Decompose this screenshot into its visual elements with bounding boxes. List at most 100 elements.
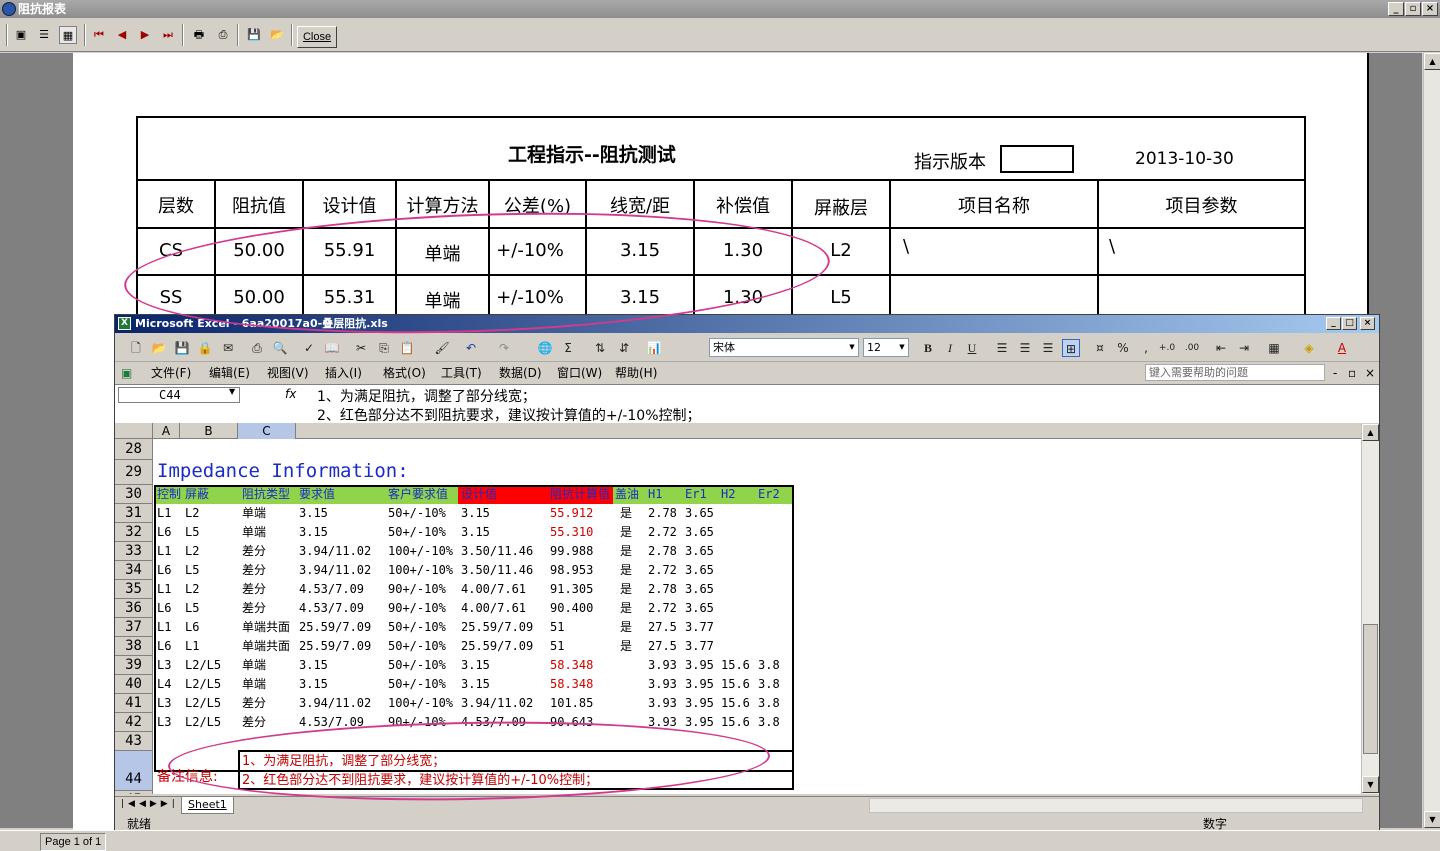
table-cell[interactable]: 51 <box>550 618 564 637</box>
table-cell[interactable]: 3.77 <box>685 618 714 637</box>
table-cell[interactable]: 3.15 <box>299 523 328 542</box>
table-cell[interactable]: 差分 <box>242 561 266 580</box>
row-header[interactable]: 36 <box>115 599 153 618</box>
table-cell[interactable]: 2.78 <box>648 580 677 599</box>
table-cell[interactable]: 50+/-10% <box>388 523 446 542</box>
row-header[interactable]: 39 <box>115 656 153 675</box>
copy-icon[interactable]: ⎘ <box>375 339 393 357</box>
last-page-icon[interactable]: ⏭ <box>159 26 177 44</box>
print-preview-icon[interactable]: 🔍 <box>271 339 289 357</box>
decrease-indent-icon[interactable]: ⇤ <box>1212 339 1230 357</box>
table-cell[interactable]: 55.310 <box>550 523 593 542</box>
table-cell[interactable]: 2.72 <box>648 599 677 618</box>
increase-decimal-icon[interactable]: +.0 <box>1158 339 1176 357</box>
print-icon[interactable]: ⎙ <box>248 339 266 357</box>
table-cell[interactable]: L5 <box>185 561 199 580</box>
row-header[interactable]: 43 <box>115 732 153 751</box>
table-cell[interactable]: L3 <box>157 656 171 675</box>
save-icon[interactable]: 💾 <box>173 339 191 357</box>
align-left-icon[interactable]: ☰ <box>993 339 1011 357</box>
th-customer[interactable]: 客户要求值 <box>388 485 448 504</box>
chart-wizard-icon[interactable]: 📊 <box>645 339 663 357</box>
sort-ascending-icon[interactable]: ⇅ <box>591 339 609 357</box>
th-er1[interactable]: Er1 <box>685 485 707 504</box>
table-cell[interactable]: L3 <box>157 713 171 732</box>
table-cell[interactable]: 3.65 <box>685 561 714 580</box>
formula-line-2[interactable]: 2、红色部分达不到阻抗要求，建议按计算值的+/-10%控制； <box>317 405 701 425</box>
insert-function-icon[interactable]: fx <box>285 387 296 401</box>
underline-icon[interactable]: U <box>963 339 981 357</box>
table-cell[interactable]: 3.93 <box>648 675 677 694</box>
excel-vertical-scrollbar[interactable]: ▲ ▼ <box>1361 424 1379 794</box>
next-page-icon[interactable]: ▶ <box>136 26 154 44</box>
table-cell[interactable]: 3.15 <box>299 656 328 675</box>
table-cell[interactable]: 3.94/11.02 <box>299 561 371 580</box>
menu-help[interactable]: 帮助(H) <box>615 365 657 381</box>
table-cell[interactable]: 15.6 <box>721 713 750 732</box>
excel-scroll-up-icon[interactable]: ▲ <box>1362 424 1379 441</box>
table-cell[interactable]: L2/L5 <box>185 675 221 694</box>
table-cell[interactable]: 3.15 <box>461 504 490 523</box>
menu-tools[interactable]: 工具(T) <box>441 365 482 381</box>
table-cell[interactable]: 是 <box>620 599 632 618</box>
table-cell[interactable]: 90.400 <box>550 599 593 618</box>
table-cell[interactable]: 90+/-10% <box>388 580 446 599</box>
cut-icon[interactable]: ✂ <box>352 339 370 357</box>
table-cell[interactable]: 50+/-10% <box>388 618 446 637</box>
vertical-scrollbar[interactable]: ▲ ▼ <box>1423 53 1440 828</box>
menu-data[interactable]: 数据(D) <box>499 365 542 381</box>
table-cell[interactable]: L2 <box>185 542 199 561</box>
research-icon[interactable]: 📖 <box>323 339 341 357</box>
font-size-select[interactable]: 12 ▼ <box>863 338 909 357</box>
format-painter-icon[interactable]: 🖌 <box>433 339 451 357</box>
table-cell[interactable]: 3.15 <box>461 656 490 675</box>
table-cell[interactable]: 100+/-10% <box>388 561 453 580</box>
horizontal-scrollbar[interactable] <box>869 798 1363 813</box>
row-header[interactable]: 30 <box>115 485 153 504</box>
table-cell[interactable]: L5 <box>185 523 199 542</box>
whole-page-icon[interactable]: ▦ <box>59 26 77 44</box>
table-cell[interactable]: 50+/-10% <box>388 637 446 656</box>
page-width-icon[interactable]: ☰ <box>35 26 53 44</box>
table-cell[interactable]: 3.93 <box>648 694 677 713</box>
table-cell[interactable]: 25.59/7.09 <box>461 637 533 656</box>
row-header[interactable]: 28 <box>115 439 153 460</box>
table-cell[interactable]: 3.8 <box>758 675 780 694</box>
table-cell[interactable]: 3.95 <box>685 675 714 694</box>
menu-file[interactable]: 文件(F) <box>151 365 191 381</box>
print-setup-icon[interactable]: 🖶 <box>190 26 208 44</box>
email-icon[interactable]: ✉ <box>219 339 237 357</box>
table-cell[interactable]: 是 <box>620 542 632 561</box>
row-header[interactable]: 45 <box>115 791 153 794</box>
table-cell[interactable]: L2/L5 <box>185 713 221 732</box>
spelling-icon[interactable]: ✓ <box>300 339 318 357</box>
table-cell[interactable]: 3.50/11.46 <box>461 561 533 580</box>
table-cell[interactable]: 单端 <box>242 656 266 675</box>
row-header[interactable]: 40 <box>115 675 153 694</box>
table-cell[interactable]: 是 <box>620 561 632 580</box>
table-cell[interactable]: 4.00/7.61 <box>461 580 526 599</box>
table-cell[interactable]: 100+/-10% <box>388 542 453 561</box>
new-icon[interactable]: 🗋 <box>127 339 145 357</box>
increase-indent-icon[interactable]: ⇥ <box>1235 339 1253 357</box>
row-header[interactable]: 44 <box>115 751 153 791</box>
menu-format[interactable]: 格式(O) <box>383 365 426 381</box>
restore-button[interactable]: ▫ <box>1405 2 1421 16</box>
table-cell[interactable]: 2.72 <box>648 523 677 542</box>
table-cell[interactable]: 25.59/7.09 <box>461 618 533 637</box>
table-cell[interactable]: 3.95 <box>685 656 714 675</box>
table-cell[interactable]: 3.50/11.46 <box>461 542 533 561</box>
scroll-up-icon[interactable]: ▲ <box>1424 53 1440 70</box>
excel-scroll-thumb[interactable] <box>1363 624 1378 754</box>
sheet-tab-sheet1[interactable]: Sheet1 <box>181 797 234 814</box>
excel-scroll-down-icon[interactable]: ▼ <box>1362 776 1379 793</box>
table-cell[interactable]: 3.8 <box>758 713 780 732</box>
align-center-icon[interactable]: ☰ <box>1016 339 1034 357</box>
table-cell[interactable]: L1 <box>157 504 171 523</box>
menu-view[interactable]: 视图(V) <box>267 365 309 381</box>
table-cell[interactable]: 是 <box>620 618 632 637</box>
decrease-decimal-icon[interactable]: .00 <box>1183 339 1201 357</box>
open-icon[interactable]: 📂 <box>150 339 168 357</box>
save-icon[interactable]: 💾 <box>245 26 263 44</box>
table-cell[interactable]: 2.72 <box>648 561 677 580</box>
